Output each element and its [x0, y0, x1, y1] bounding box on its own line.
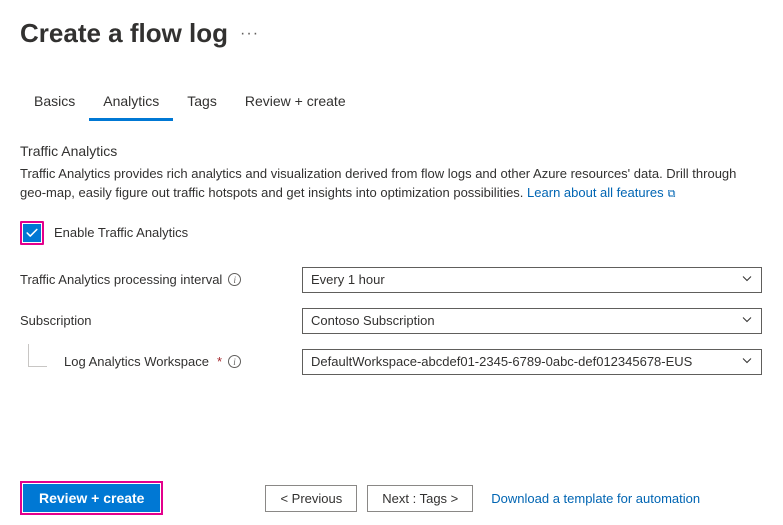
- chevron-down-icon: [741, 313, 753, 328]
- processing-interval-select[interactable]: Every 1 hour: [302, 267, 762, 293]
- processing-interval-label-text: Traffic Analytics processing interval: [20, 272, 222, 287]
- workspace-label: Log Analytics Workspace * i: [20, 354, 302, 369]
- external-link-icon: ⧉: [668, 187, 676, 203]
- subscription-value: Contoso Subscription: [311, 313, 435, 328]
- check-icon: [25, 226, 39, 240]
- more-actions-icon[interactable]: ···: [240, 25, 259, 43]
- tab-analytics[interactable]: Analytics: [89, 85, 173, 121]
- tab-review-create[interactable]: Review + create: [231, 85, 360, 121]
- tab-tags[interactable]: Tags: [173, 85, 231, 121]
- subscription-label: Subscription: [20, 313, 302, 328]
- workspace-select[interactable]: DefaultWorkspace-abcdef01-2345-6789-0abc…: [302, 349, 762, 375]
- page-title: Create a flow log: [20, 18, 228, 49]
- required-indicator: *: [217, 354, 222, 369]
- section-description: Traffic Analytics provides rich analytic…: [20, 165, 763, 203]
- subscription-label-text: Subscription: [20, 313, 92, 328]
- chevron-down-icon: [741, 272, 753, 287]
- enable-traffic-analytics-checkbox[interactable]: [23, 224, 41, 242]
- learn-more-link[interactable]: Learn about all features ⧉: [527, 185, 675, 200]
- subscription-select[interactable]: Contoso Subscription: [302, 308, 762, 334]
- learn-more-text: Learn about all features: [527, 185, 664, 200]
- download-template-link[interactable]: Download a template for automation: [491, 491, 700, 506]
- enable-checkbox-highlight: [20, 221, 44, 245]
- info-icon[interactable]: i: [228, 355, 241, 368]
- processing-interval-label: Traffic Analytics processing interval i: [20, 272, 302, 287]
- previous-button[interactable]: < Previous: [265, 485, 357, 512]
- workspace-label-text: Log Analytics Workspace: [64, 354, 209, 369]
- review-create-button[interactable]: Review + create: [23, 484, 160, 512]
- review-create-highlight: Review + create: [20, 481, 163, 515]
- section-heading: Traffic Analytics: [20, 143, 763, 159]
- processing-interval-value: Every 1 hour: [311, 272, 385, 287]
- info-icon[interactable]: i: [228, 273, 241, 286]
- enable-traffic-analytics-label: Enable Traffic Analytics: [54, 225, 188, 240]
- workspace-value: DefaultWorkspace-abcdef01-2345-6789-0abc…: [311, 354, 692, 369]
- tab-strip: Basics Analytics Tags Review + create: [20, 85, 763, 121]
- chevron-down-icon: [741, 354, 753, 369]
- next-button[interactable]: Next : Tags >: [367, 485, 473, 512]
- tab-basics[interactable]: Basics: [20, 85, 89, 121]
